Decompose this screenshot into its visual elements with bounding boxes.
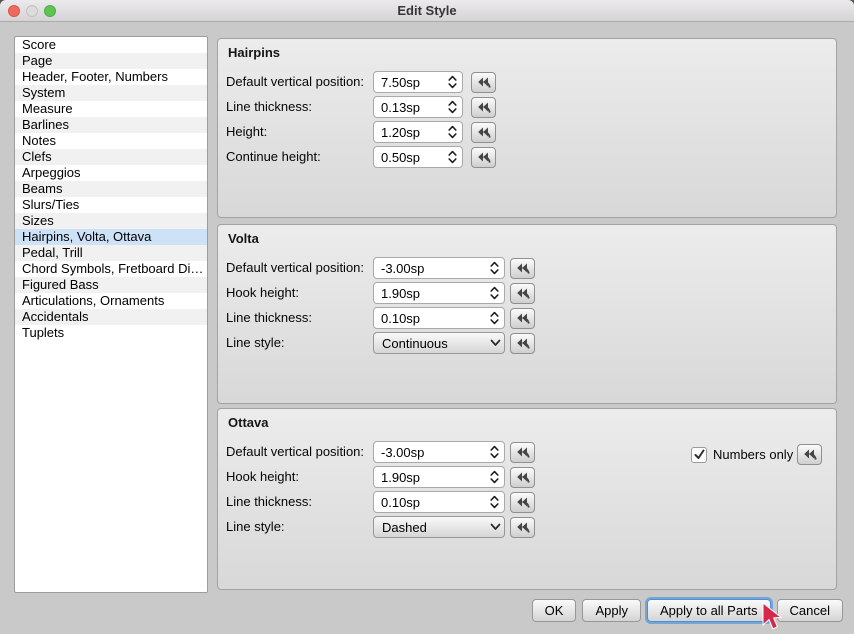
stepper-arrows-icon[interactable] [444, 99, 460, 115]
reset-to-default-button[interactable] [797, 444, 822, 465]
reset-to-default-button[interactable] [510, 442, 535, 463]
sidebar-item-pedal-trill[interactable]: Pedal, Trill [15, 245, 207, 261]
sidebar-item-barlines[interactable]: Barlines [15, 117, 207, 133]
sidebar-item-accidentals[interactable]: Accidentals [15, 309, 207, 325]
dropdown-selected-value: Continuous [374, 336, 486, 351]
cancel-button[interactable]: Cancel [777, 599, 843, 622]
dialog-button-row: OKApply Apply to all Parts Cancel [532, 599, 843, 622]
sidebar-item-figured-bass[interactable]: Figured Bass [15, 277, 207, 293]
spinbox-hook-height[interactable]: 1.90sp [373, 282, 505, 304]
spinbox-value: 1.90sp [374, 286, 486, 301]
window-title: Edit Style [0, 0, 854, 22]
chevron-down-icon [486, 523, 504, 531]
edit-style-dialog: Edit Style ScorePageHeader, Footer, Numb… [0, 0, 854, 634]
numbers-only-row: Numbers only [691, 444, 822, 465]
sidebar-item-tuplets[interactable]: Tuplets [15, 325, 207, 341]
sidebar-item-sizes[interactable]: Sizes [15, 213, 207, 229]
stepper-arrows-icon[interactable] [486, 260, 502, 276]
spinbox-default-vertical-position[interactable]: 7.50sp [373, 71, 463, 93]
spinbox-continue-height[interactable]: 0.50sp [373, 146, 463, 168]
stepper-arrows-icon[interactable] [486, 285, 502, 301]
stepper-arrows-icon[interactable] [486, 444, 502, 460]
field-label: Hook height: [226, 282, 299, 304]
reset-to-default-button[interactable] [471, 147, 496, 168]
field-label: Default vertical position: [226, 257, 364, 279]
reset-to-default-button[interactable] [510, 308, 535, 329]
reset-to-default-button[interactable] [510, 517, 535, 538]
spinbox-value: 0.50sp [374, 150, 444, 165]
sidebar-item-clefs[interactable]: Clefs [15, 149, 207, 165]
field-label: Continue height: [226, 146, 321, 168]
ok-button[interactable]: OK [532, 599, 577, 622]
volta-groupbox: Volta Default vertical position: -3.00sp Ho… [217, 224, 837, 404]
sidebar-item-page[interactable]: Page [15, 53, 207, 69]
spinbox-line-thickness[interactable]: 0.10sp [373, 491, 505, 513]
spinbox-value: 0.13sp [374, 100, 444, 115]
stepper-arrows-icon[interactable] [444, 124, 460, 140]
field-label: Line style: [226, 332, 285, 354]
field-label: Hook height: [226, 466, 299, 488]
chevron-down-icon [486, 339, 504, 347]
field-label: Default vertical position: [226, 441, 364, 463]
field-label: Line style: [226, 516, 285, 538]
spinbox-height[interactable]: 1.20sp [373, 121, 463, 143]
spinbox-value: 7.50sp [374, 75, 444, 90]
apply-button[interactable]: Apply [582, 599, 641, 622]
apply-to-all-parts-button[interactable]: Apply to all Parts [647, 599, 771, 622]
spinbox-default-vertical-position[interactable]: -3.00sp [373, 441, 505, 463]
dropdown-selected-value: Dashed [374, 520, 486, 535]
titlebar: Edit Style [0, 0, 854, 22]
reset-to-default-button[interactable] [471, 72, 496, 93]
sidebar-item-header-footer-numbers[interactable]: Header, Footer, Numbers [15, 69, 207, 85]
field-label: Default vertical position: [226, 71, 364, 93]
reset-to-default-button[interactable] [471, 97, 496, 118]
sidebar-item-arpeggios[interactable]: Arpeggios [15, 165, 207, 181]
spinbox-line-thickness[interactable]: 0.10sp [373, 307, 505, 329]
spinbox-value: -3.00sp [374, 445, 486, 460]
reset-to-default-button[interactable] [510, 333, 535, 354]
sidebar-item-score[interactable]: Score [15, 37, 207, 53]
field-label: Line thickness: [226, 96, 312, 118]
spinbox-value: 0.10sp [374, 495, 486, 510]
spinbox-line-thickness[interactable]: 0.13sp [373, 96, 463, 118]
sidebar-item-hairpins-volta-ottava[interactable]: Hairpins, Volta, Ottava [15, 229, 207, 245]
spinbox-value: 0.10sp [374, 311, 486, 326]
reset-to-default-button[interactable] [510, 467, 535, 488]
line-style-dropdown[interactable]: Dashed [373, 516, 505, 538]
spinbox-value: 1.20sp [374, 125, 444, 140]
sidebar-item-chord-symbols-fretboard-di[interactable]: Chord Symbols, Fretboard Di… [15, 261, 207, 277]
field-label: Line thickness: [226, 491, 312, 513]
stepper-arrows-icon[interactable] [444, 74, 460, 90]
ottava-groupbox: Ottava Default vertical position: -3.00sp H… [217, 408, 837, 590]
spinbox-hook-height[interactable]: 1.90sp [373, 466, 505, 488]
stepper-arrows-icon[interactable] [486, 310, 502, 326]
field-label: Height: [226, 121, 267, 143]
stepper-arrows-icon[interactable] [486, 469, 502, 485]
hairpins-groupbox: Hairpins Default vertical position: 7.50sp… [217, 38, 837, 218]
sidebar-item-system[interactable]: System [15, 85, 207, 101]
field-label: Line thickness: [226, 307, 312, 329]
group-title: Ottava [228, 415, 268, 430]
reset-to-default-button[interactable] [510, 258, 535, 279]
line-style-dropdown[interactable]: Continuous [373, 332, 505, 354]
reset-to-default-button[interactable] [510, 283, 535, 304]
reset-to-default-button[interactable] [471, 122, 496, 143]
group-title: Hairpins [228, 45, 280, 60]
checkbox-label: Numbers only [713, 447, 793, 462]
sidebar-item-articulations-ornaments[interactable]: Articulations, Ornaments [15, 293, 207, 309]
numbers-only-checkbox[interactable] [691, 447, 707, 463]
sidebar-item-slurs-ties[interactable]: Slurs/Ties [15, 197, 207, 213]
style-category-list: ScorePageHeader, Footer, NumbersSystemMe… [14, 36, 208, 593]
sidebar-item-beams[interactable]: Beams [15, 181, 207, 197]
reset-to-default-button[interactable] [510, 492, 535, 513]
sidebar-item-measure[interactable]: Measure [15, 101, 207, 117]
stepper-arrows-icon[interactable] [486, 494, 502, 510]
group-title: Volta [228, 231, 259, 246]
stepper-arrows-icon[interactable] [444, 149, 460, 165]
spinbox-value: 1.90sp [374, 470, 486, 485]
spinbox-value: -3.00sp [374, 261, 486, 276]
sidebar-item-notes[interactable]: Notes [15, 133, 207, 149]
spinbox-default-vertical-position[interactable]: -3.00sp [373, 257, 505, 279]
